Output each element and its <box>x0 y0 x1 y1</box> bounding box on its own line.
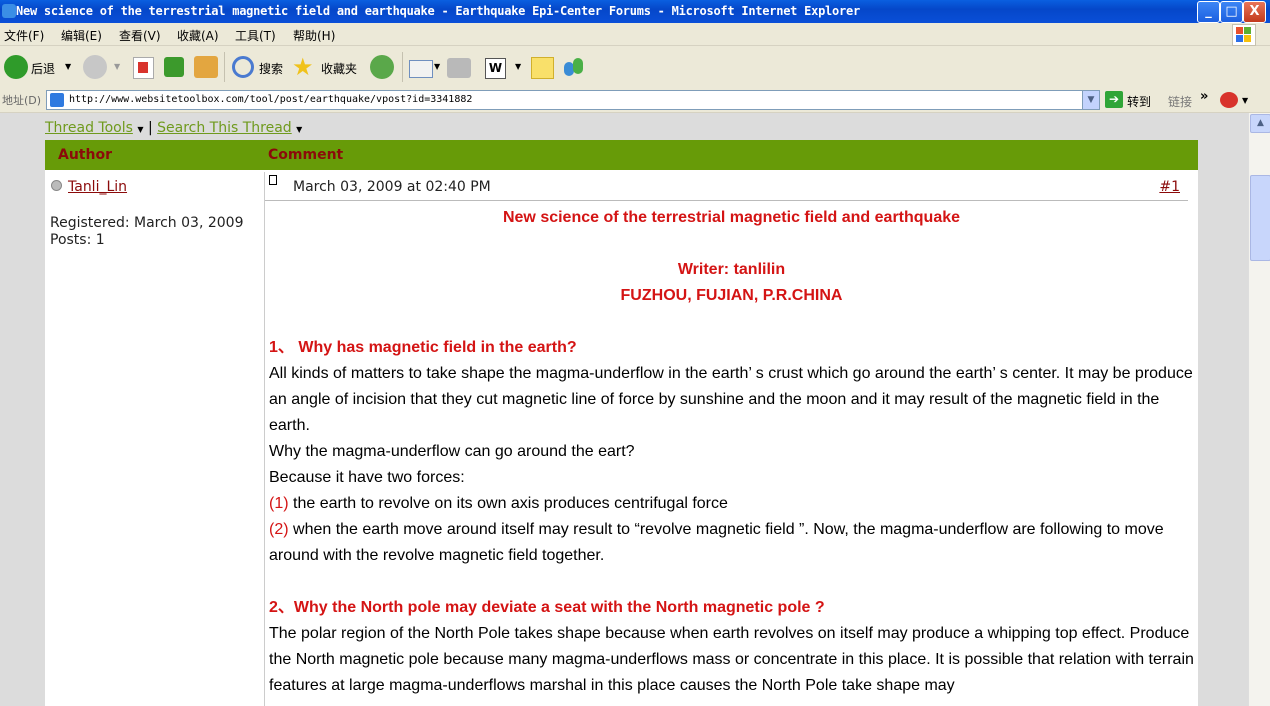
menu-tools[interactable]: 工具(T) <box>235 27 276 44</box>
question-1-question: Why the magma-underflow can go around th… <box>269 443 635 460</box>
post-document-icon <box>269 175 277 185</box>
mail-icon[interactable] <box>409 60 433 78</box>
title-bar: New science of the terrestrial magnetic … <box>0 0 1270 23</box>
search-label[interactable]: 搜索 <box>259 60 283 77</box>
scrollbar-thumb[interactable] <box>1250 175 1270 261</box>
author-posts: Posts: 1 <box>50 232 105 248</box>
menu-help[interactable]: 帮助(H) <box>293 27 335 44</box>
force-2-item: (2) when the earth move around itself ma… <box>269 517 1194 569</box>
page-icon <box>50 93 64 107</box>
window-title: New science of the terrestrial magnetic … <box>16 4 860 18</box>
forward-icon[interactable] <box>83 55 107 79</box>
post-body: New science of the terrestrial magnetic … <box>269 204 1194 699</box>
favorites-icon[interactable]: ★ <box>292 54 314 80</box>
post-writer: Writer: tanlilin <box>677 261 786 278</box>
notes-icon[interactable] <box>531 57 554 79</box>
go-arrow-icon[interactable]: ➔ <box>1105 91 1123 108</box>
favorites-label[interactable]: 收藏夹 <box>321 60 357 77</box>
links-chevron-icon[interactable]: » <box>1200 89 1208 104</box>
forum-post-table: Author Comment Tanli_Lin Registered: Mar… <box>45 140 1198 706</box>
thread-tools-bar: Thread Tools ▼ | Search This Thread ▼ <box>45 120 302 136</box>
post-date: March 03, 2009 at 02:40 PM <box>293 179 491 195</box>
address-label: 地址(D) <box>2 94 42 107</box>
menu-edit[interactable]: 编辑(E) <box>61 27 102 44</box>
force-1-text: the earth to revolve on its own axis pro… <box>288 495 728 512</box>
search-thread-link[interactable]: Search This Thread <box>157 120 292 136</box>
post-meta: March 03, 2009 at 02:40 PM #1 <box>265 172 1188 201</box>
stop-icon[interactable] <box>133 57 154 79</box>
table-header: Author Comment <box>45 140 1198 170</box>
search-thread-dropdown-icon[interactable]: ▼ <box>296 125 302 134</box>
force-1-number: (1) <box>269 495 289 512</box>
translate-icon[interactable] <box>1220 92 1238 108</box>
history-icon[interactable] <box>370 55 394 79</box>
scroll-up-icon[interactable]: ▲ <box>1250 114 1270 133</box>
windows-logo-icon <box>1232 24 1256 46</box>
address-input[interactable]: http://www.websitetoolbox.com/tool/post/… <box>46 90 1100 110</box>
page-viewport: Thread Tools ▼ | Search This Thread ▼ Au… <box>0 113 1248 706</box>
thread-tools-link[interactable]: Thread Tools <box>45 120 133 136</box>
back-label[interactable]: 后退 <box>31 60 55 77</box>
toolbar: 后退 ▼ ▼ 搜索 ★ 收藏夹 ▼ W ▼ <box>0 46 1270 89</box>
question-2-heading: 2、Why the North pole may deviate a seat … <box>269 599 825 616</box>
author-registered: Registered: March 03, 2009 <box>50 215 244 231</box>
messenger-icon[interactable] <box>562 56 586 78</box>
edit-dropdown-icon[interactable]: ▼ <box>515 62 521 71</box>
minimize-button[interactable]: _ <box>1197 1 1220 23</box>
comment-header: Comment <box>268 147 344 163</box>
address-dropdown-icon[interactable]: ▼ <box>1082 91 1099 109</box>
offline-status-icon <box>51 180 62 191</box>
force-2-number: (2) <box>269 521 289 538</box>
search-icon[interactable] <box>232 56 254 78</box>
links-label[interactable]: 链接 <box>1168 93 1192 110</box>
vertical-scrollbar[interactable]: ▲ <box>1248 113 1270 706</box>
address-url[interactable]: http://www.websitetoolbox.com/tool/post/… <box>69 94 472 105</box>
forward-dropdown-icon[interactable]: ▼ <box>114 62 120 71</box>
author-name-link[interactable]: Tanli_Lin <box>68 179 127 195</box>
question-1-heading: 1、 Why has magnetic field in the earth? <box>269 339 577 356</box>
edit-word-icon[interactable]: W <box>485 58 506 79</box>
back-dropdown-icon[interactable]: ▼ <box>65 62 71 71</box>
thread-tools-separator: | <box>147 120 153 136</box>
post-number-link[interactable]: #1 <box>1159 179 1180 195</box>
menu-bar: 文件(F) 编辑(E) 查看(V) 收藏(A) 工具(T) 帮助(H) <box>0 23 1270 46</box>
translate-dropdown-icon[interactable]: ▼ <box>1242 96 1248 105</box>
refresh-icon[interactable] <box>164 57 184 77</box>
force-2-text: when the earth move around itself may re… <box>269 521 1164 564</box>
menu-view[interactable]: 查看(V) <box>119 27 161 44</box>
thread-tools-dropdown-icon[interactable]: ▼ <box>137 125 143 134</box>
maximize-button[interactable]: □ <box>1220 1 1243 23</box>
ie-icon <box>2 4 16 18</box>
go-button[interactable]: 转到 <box>1127 93 1151 110</box>
author-panel: Tanli_Lin Registered: March 03, 2009 Pos… <box>45 172 265 706</box>
post-location: FUZHOU, FUJIAN, P.R.CHINA <box>620 287 843 304</box>
toolbar-separator <box>402 52 403 82</box>
print-icon[interactable] <box>447 58 471 78</box>
mail-dropdown-icon[interactable]: ▼ <box>434 62 440 71</box>
comment-panel: March 03, 2009 at 02:40 PM #1 New scienc… <box>265 172 1198 706</box>
question-1-forces: Because it have two forces: <box>269 469 465 486</box>
menu-favorites[interactable]: 收藏(A) <box>177 27 219 44</box>
question-1-paragraph: All kinds of matters to take shape the m… <box>269 365 1193 434</box>
question-2-paragraph: The polar region of the North Pole takes… <box>269 625 1194 694</box>
author-header: Author <box>58 147 112 163</box>
back-icon[interactable] <box>4 55 28 79</box>
toolbar-separator <box>224 52 225 82</box>
close-button[interactable]: X <box>1243 1 1266 23</box>
menu-file[interactable]: 文件(F) <box>4 27 44 44</box>
force-1-item: (1) the earth to revolve on its own axis… <box>269 491 1194 517</box>
home-icon[interactable] <box>194 56 218 78</box>
post-title: New science of the terrestrial magnetic … <box>502 209 961 226</box>
address-bar: 地址(D) http://www.websitetoolbox.com/tool… <box>0 88 1270 113</box>
